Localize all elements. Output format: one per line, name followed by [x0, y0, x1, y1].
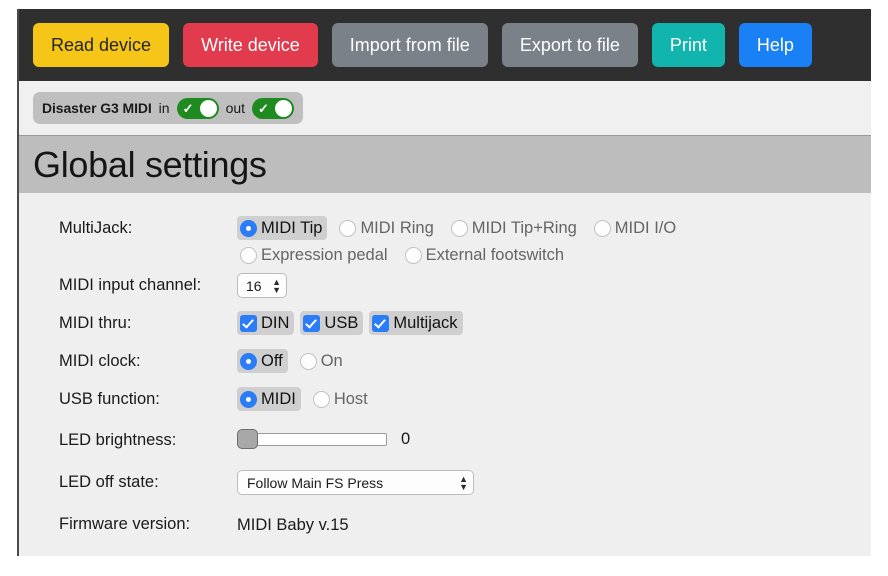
- radio-usb-function-midi[interactable]: MIDI: [237, 387, 301, 411]
- check-icon: ✓: [258, 100, 269, 116]
- checkbox-midi-thru-din[interactable]: DIN: [237, 311, 295, 335]
- toggle-knob: [275, 99, 293, 117]
- midi-in-toggle[interactable]: ✓: [176, 97, 219, 119]
- page-title: Global settings: [33, 143, 267, 185]
- help-button[interactable]: Help: [738, 23, 812, 67]
- led-brightness-slider[interactable]: [237, 428, 387, 450]
- radio-multijack-external-footswitch[interactable]: External footswitch: [402, 243, 569, 267]
- option-label: Off: [261, 352, 283, 370]
- radio-icon: [240, 352, 257, 370]
- option-label: Host: [333, 390, 368, 408]
- radio-icon: [339, 219, 357, 237]
- row-multijack: MultiJack: MIDI Tip MIDI Ring MIDI Tip+R…: [19, 215, 871, 267]
- radio-multijack-midi-ring[interactable]: MIDI Ring: [336, 216, 438, 240]
- row-led-brightness: LED brightness: 0: [19, 427, 871, 461]
- usb-function-label: USB function:: [59, 390, 160, 408]
- read-device-button[interactable]: Read device: [33, 23, 170, 67]
- led-brightness-control: 0: [237, 427, 871, 450]
- chevron-updown-icon: ▲ ▼: [272, 276, 281, 295]
- midi-input-channel-label: MIDI input channel:: [59, 276, 202, 294]
- check-icon: ✓: [182, 100, 194, 116]
- midi-thru-label: MIDI thru:: [59, 314, 132, 332]
- radio-icon: [240, 219, 257, 237]
- led-off-state-control: Follow Main FS Press ▲ ▼: [237, 469, 871, 495]
- radio-icon: [450, 219, 468, 237]
- checkbox-icon: [372, 314, 390, 332]
- application-window: Read device Write device Import from fil…: [17, 9, 871, 556]
- midi-thru-options: DIN USB Multijack: [237, 310, 871, 335]
- write-device-button[interactable]: Write device: [183, 23, 318, 67]
- device-name-label: Disaster G3 MIDI: [42, 100, 152, 116]
- row-midi-thru: MIDI thru: DIN USB Multijack: [19, 310, 871, 344]
- option-label: MIDI: [261, 390, 296, 408]
- option-label: MIDI Tip: [261, 219, 323, 237]
- chevron-updown-icon: ▲ ▼: [459, 473, 468, 492]
- slider-thumb[interactable]: [237, 429, 258, 449]
- midi-clock-options: Off On: [237, 348, 871, 373]
- checkbox-icon: [303, 314, 321, 332]
- checkbox-midi-thru-multijack[interactable]: Multijack: [369, 311, 463, 335]
- row-firmware-version: Firmware version: MIDI Baby v.15: [19, 511, 871, 545]
- row-led-off-state: LED off state: Follow Main FS Press ▲ ▼: [19, 469, 871, 503]
- option-label: DIN: [261, 314, 290, 332]
- midi-input-channel-control: 16 ▲ ▼: [237, 272, 871, 298]
- radio-midi-clock-off[interactable]: Off: [237, 349, 288, 373]
- midi-clock-label: MIDI clock:: [59, 352, 141, 370]
- page-title-band: Global settings: [19, 135, 871, 193]
- radio-multijack-expression-pedal[interactable]: Expression pedal: [237, 243, 393, 267]
- global-settings-form: MultiJack: MIDI Tip MIDI Ring MIDI Tip+R…: [19, 193, 871, 556]
- print-button[interactable]: Print: [651, 23, 725, 67]
- option-label: External footswitch: [425, 246, 565, 264]
- option-label: Multijack: [393, 314, 458, 332]
- multijack-label: MultiJack:: [59, 219, 133, 237]
- row-midi-input-channel: MIDI input channel: 16 ▲ ▼: [19, 272, 871, 306]
- midi-out-toggle[interactable]: ✓: [252, 97, 295, 119]
- option-label: MIDI I/O: [614, 219, 677, 237]
- row-midi-clock: MIDI clock: Off On: [19, 348, 871, 382]
- option-label: MIDI Tip+Ring: [471, 219, 577, 237]
- toggle-knob: [199, 99, 217, 117]
- option-label: MIDI Ring: [360, 219, 434, 237]
- midi-out-label: out: [225, 100, 246, 116]
- multijack-options: MIDI Tip MIDI Ring MIDI Tip+Ring MIDI I/…: [237, 215, 871, 267]
- midi-in-label: in: [158, 100, 170, 116]
- led-brightness-label: LED brightness:: [59, 431, 177, 449]
- option-label: Expression pedal: [261, 246, 388, 264]
- radio-icon: [404, 246, 422, 264]
- midi-input-channel-select[interactable]: 16 ▲ ▼: [237, 273, 287, 298]
- led-brightness-value: 0: [401, 430, 411, 448]
- radio-icon: [299, 352, 317, 370]
- checkbox-midi-thru-usb[interactable]: USB: [300, 311, 364, 335]
- radio-icon: [312, 390, 330, 408]
- radio-multijack-midi-io[interactable]: MIDI I/O: [591, 216, 681, 240]
- device-status-bar: Disaster G3 MIDI in ✓ out ✓: [19, 81, 871, 135]
- option-label: On: [320, 352, 343, 370]
- device-status-pill: Disaster G3 MIDI in ✓ out ✓: [33, 92, 304, 124]
- radio-multijack-midi-tip[interactable]: MIDI Tip: [237, 216, 328, 240]
- select-value: Follow Main FS Press: [247, 474, 384, 491]
- radio-icon: [240, 246, 257, 264]
- radio-icon: [240, 390, 257, 408]
- firmware-version-label: Firmware version:: [59, 515, 191, 533]
- usb-function-options: MIDI Host: [237, 386, 871, 411]
- led-off-state-label: LED off state:: [59, 473, 159, 491]
- toolbar: Read device Write device Import from fil…: [19, 9, 871, 81]
- option-label: USB: [324, 314, 359, 332]
- firmware-version-value: MIDI Baby v.15: [237, 516, 349, 534]
- export-to-file-button[interactable]: Export to file: [501, 23, 638, 67]
- led-off-state-select[interactable]: Follow Main FS Press ▲ ▼: [237, 470, 474, 495]
- select-value: 16: [246, 277, 262, 294]
- checkbox-icon: [240, 314, 257, 332]
- import-from-file-button[interactable]: Import from file: [331, 23, 488, 67]
- radio-midi-clock-on[interactable]: On: [297, 349, 348, 373]
- slider-track[interactable]: [237, 433, 387, 446]
- row-usb-function: USB function: MIDI Host: [19, 386, 871, 420]
- firmware-version-control: MIDI Baby v.15: [237, 511, 871, 536]
- radio-multijack-midi-tip-ring[interactable]: MIDI Tip+Ring: [448, 216, 582, 240]
- radio-usb-function-host[interactable]: Host: [310, 387, 373, 411]
- radio-icon: [593, 219, 611, 237]
